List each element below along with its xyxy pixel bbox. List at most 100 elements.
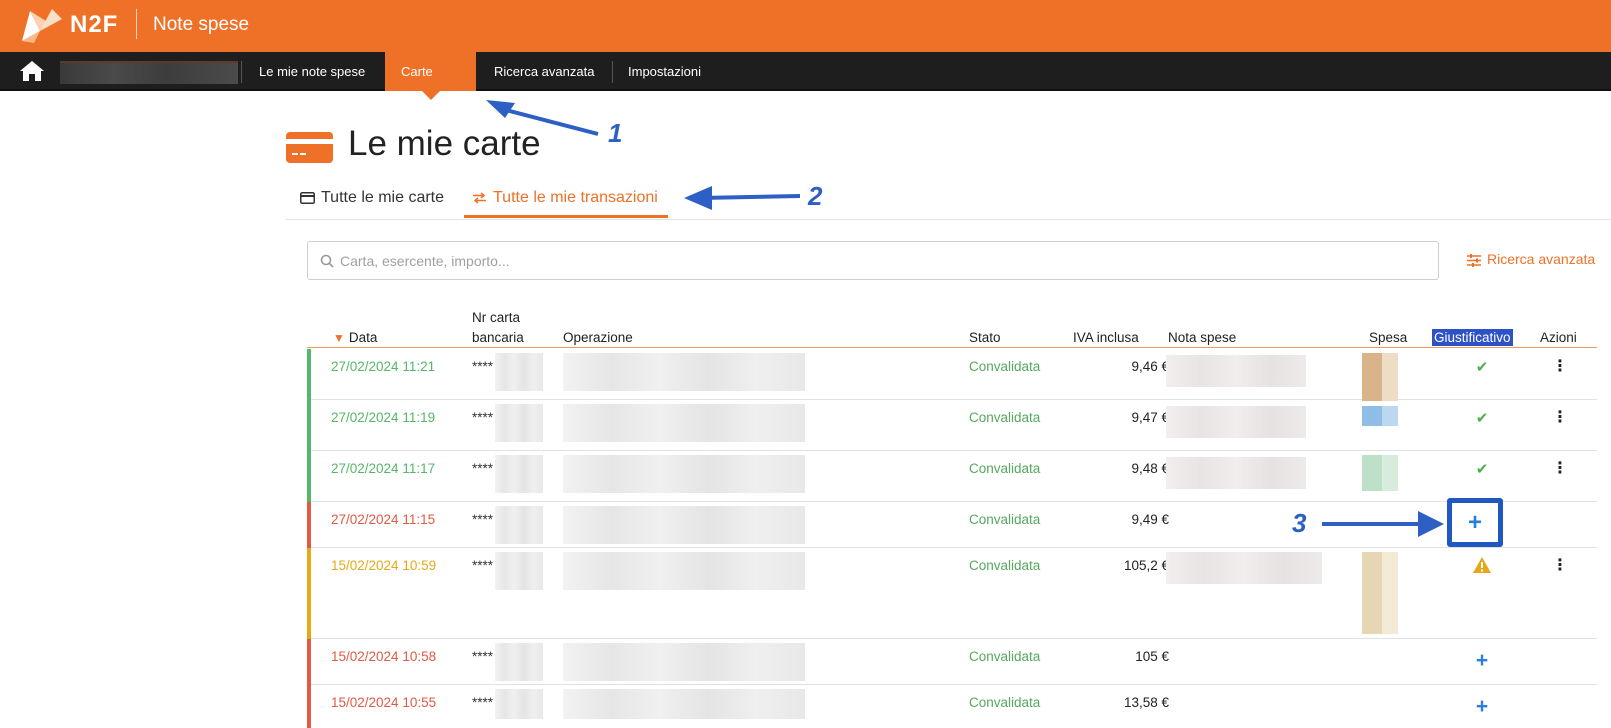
n2f-logo-icon[interactable]	[18, 5, 64, 45]
row-amount: 9,48 €	[1131, 461, 1169, 476]
table-row[interactable]: 15/02/2024 10:59 **** Convalidata 105,2 …	[307, 548, 1597, 639]
row-amount: 13,58 €	[1123, 695, 1169, 710]
nav-item-expense-reports[interactable]: Le mie note spese	[243, 52, 381, 91]
row-card-number: ****	[472, 558, 494, 573]
table-row[interactable]: 27/02/2024 11:15 **** Convalidata 9,49 €	[307, 502, 1597, 548]
expense-category-swatch[interactable]	[1362, 353, 1398, 401]
redacted-expense-note[interactable]	[1166, 552, 1322, 584]
main-nav: Le mie note spese Carte N2F Ricerca avan…	[0, 52, 1611, 118]
redacted-card-digits	[495, 404, 543, 442]
row-date: 27/02/2024 11:21	[331, 359, 436, 374]
redacted-operation	[563, 506, 805, 544]
expense-category-swatch[interactable]	[1362, 552, 1398, 634]
column-header-operation: Operazione	[563, 330, 633, 345]
row-status: Convalidata	[969, 410, 1041, 425]
column-label: Data	[348, 330, 378, 345]
column-header-date[interactable]: ▼ Data	[333, 330, 377, 345]
active-tab-indicator	[464, 215, 668, 218]
row-actions-menu-icon[interactable]: ⋮	[1552, 359, 1568, 375]
receipt-ok-icon[interactable]: ✔	[1467, 460, 1497, 478]
redacted-operation	[563, 552, 805, 590]
receipt-ok-icon[interactable]: ✔	[1467, 358, 1497, 376]
tab-label: Tutte le mie transazioni	[493, 189, 658, 206]
row-status-bar	[307, 548, 311, 639]
table-row[interactable]: 27/02/2024 11:19 **** Convalidata 9,47 €…	[307, 400, 1597, 451]
row-status: Convalidata	[969, 461, 1041, 476]
brand-name: N2F	[70, 11, 119, 38]
user-name-redacted[interactable]	[60, 61, 238, 84]
app-title: Note spese	[153, 14, 250, 35]
credit-card-icon	[300, 191, 315, 204]
column-header-actions: Azioni	[1540, 330, 1577, 345]
add-receipt-icon[interactable]: +	[1467, 696, 1497, 717]
tab-all-cards[interactable]: Tutte le mie carte	[300, 189, 444, 219]
table-header-divider	[307, 347, 1597, 348]
search-input[interactable]	[340, 242, 1430, 279]
add-receipt-icon[interactable]: +	[1467, 650, 1497, 671]
redacted-operation	[563, 689, 805, 719]
transfer-arrows-icon	[473, 192, 486, 204]
redacted-expense-note[interactable]	[1166, 355, 1306, 387]
column-header-expense: Spesa	[1369, 330, 1408, 345]
row-status: Convalidata	[969, 558, 1041, 573]
row-amount: 9,47 €	[1131, 410, 1169, 425]
annotation-number-1: 1	[608, 118, 623, 148]
redacted-expense-note[interactable]	[1166, 406, 1306, 438]
row-status: Convalidata	[969, 695, 1041, 710]
add-receipt-plus-icon[interactable]: +	[1452, 503, 1498, 542]
redacted-operation	[563, 455, 805, 493]
row-card-number: ****	[472, 649, 494, 664]
row-actions-menu-icon[interactable]: ⋮	[1552, 410, 1568, 426]
brand-divider	[136, 9, 137, 39]
table-row[interactable]: 15/02/2024 10:58 **** Convalidata 105 € …	[307, 639, 1597, 685]
receipt-ok-icon[interactable]: ✔	[1467, 409, 1497, 427]
redacted-operation	[563, 353, 805, 391]
redacted-card-digits	[495, 552, 543, 590]
row-status-bar	[307, 451, 311, 502]
column-header-receipt: Giustificativo	[1432, 329, 1513, 346]
row-card-number: ****	[472, 359, 494, 374]
redacted-card-digits	[495, 353, 543, 391]
row-date: 27/02/2024 11:19	[331, 410, 436, 425]
table-row[interactable]: 27/02/2024 11:21 **** Convalidata 9,46 €…	[307, 349, 1597, 401]
home-icon[interactable]	[18, 59, 46, 83]
row-actions-menu-icon[interactable]: ⋮	[1552, 558, 1568, 574]
expense-category-swatch[interactable]	[1362, 406, 1398, 426]
active-nav-caret	[422, 91, 440, 100]
table-row[interactable]: 15/02/2024 10:55 **** Convalidata 13,58 …	[307, 685, 1597, 728]
redacted-card-digits	[495, 643, 543, 681]
row-card-number: ****	[472, 410, 494, 425]
advanced-search-link[interactable]: Ricerca avanzata	[1467, 251, 1595, 267]
redacted-card-digits	[495, 455, 543, 493]
row-date: 27/02/2024 11:17	[331, 461, 436, 476]
row-card-number: ****	[472, 461, 494, 476]
row-date: 15/02/2024 10:58	[331, 649, 437, 664]
column-header-card-line1: Nr carta	[472, 310, 521, 325]
sort-descending-icon: ▼	[333, 331, 345, 345]
row-actions-menu-icon[interactable]: ⋮	[1552, 461, 1568, 477]
nav-divider	[241, 61, 242, 83]
advanced-search-label: Ricerca avanzata	[1487, 251, 1596, 267]
credit-card-icon	[286, 132, 333, 163]
row-amount: 105 €	[1135, 649, 1169, 664]
row-amount: 105,2 €	[1123, 558, 1169, 573]
column-header-card-line2: bancaria	[472, 330, 524, 345]
redacted-operation	[563, 404, 805, 442]
row-date: 15/02/2024 10:59	[331, 558, 437, 573]
add-receipt-highlight: +	[1447, 498, 1503, 547]
expense-category-swatch[interactable]	[1362, 455, 1398, 491]
row-amount: 9,49 €	[1131, 512, 1169, 527]
row-status-bar	[307, 400, 311, 451]
receipt-warning-icon[interactable]	[1473, 557, 1491, 573]
row-date: 15/02/2024 10:55	[331, 695, 437, 710]
redacted-expense-note[interactable]	[1166, 457, 1306, 489]
tab-label: Tutte le mie carte	[321, 189, 445, 206]
nav-item-advanced-search[interactable]: Ricerca avanzata	[478, 52, 610, 91]
row-status-bar	[307, 502, 311, 548]
nav-item-settings[interactable]: Impostazioni	[612, 52, 717, 91]
table-row[interactable]: 27/02/2024 11:17 **** Convalidata 9,48 €…	[307, 451, 1597, 502]
redacted-card-digits	[495, 689, 543, 719]
nav-item-n2f-cards[interactable]: Carte N2F	[385, 52, 476, 118]
row-card-number: ****	[472, 695, 494, 710]
row-status-bar	[307, 685, 311, 728]
